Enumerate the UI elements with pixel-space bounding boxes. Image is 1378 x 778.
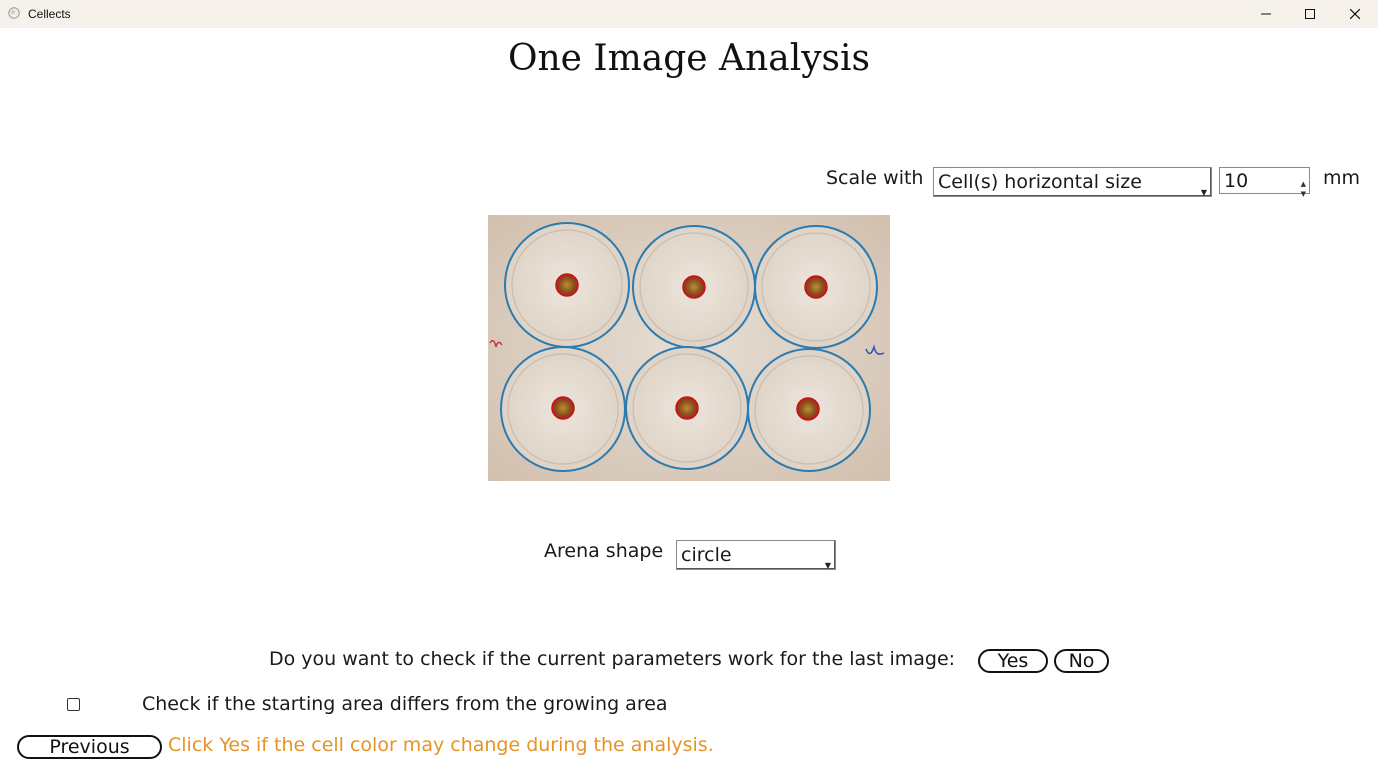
petri-dish-image xyxy=(488,215,890,481)
scale-unit: mm xyxy=(1323,167,1361,189)
previous-button[interactable]: Previous xyxy=(17,735,162,759)
arena-shape-value: circle xyxy=(681,544,732,566)
chevron-down-icon: ▼ xyxy=(1200,188,1207,197)
cellects-app-icon xyxy=(8,7,20,19)
scale-method-select[interactable]: Cell(s) horizontal size ▼ xyxy=(933,167,1212,197)
last-image-question: Do you want to check if the current para… xyxy=(269,648,956,670)
starting-area-checkbox[interactable] xyxy=(67,698,80,711)
yes-button[interactable]: Yes xyxy=(978,649,1048,673)
dish-row-top xyxy=(504,222,878,349)
arena-shape-select[interactable]: circle ▼ xyxy=(676,540,836,570)
maximize-icon xyxy=(1305,9,1315,19)
scale-value-spinbox[interactable]: 10 ▲ ▼ xyxy=(1219,167,1310,198)
scale-value: 10 xyxy=(1224,170,1249,192)
starting-area-label: Check if the starting area differs from … xyxy=(142,693,668,715)
no-button[interactable]: No xyxy=(1054,649,1109,673)
minimize-button[interactable] xyxy=(1243,0,1289,28)
hint-text: Click Yes if the cell color may change d… xyxy=(168,734,714,756)
close-icon xyxy=(1350,9,1360,19)
arena-shape-label: Arena shape xyxy=(544,540,664,562)
page-title: One Image Analysis xyxy=(507,38,871,79)
scale-method-value: Cell(s) horizontal size xyxy=(938,171,1142,193)
chevron-down-icon: ▼ xyxy=(824,561,831,570)
window-titlebar: Cellects xyxy=(0,0,1378,28)
minimize-icon xyxy=(1261,13,1271,15)
maximize-button[interactable] xyxy=(1287,0,1333,28)
dish-row-bottom xyxy=(500,346,871,472)
spin-down-icon[interactable]: ▼ xyxy=(1301,181,1306,207)
window-title: Cellects xyxy=(28,7,71,21)
close-button[interactable] xyxy=(1332,0,1378,28)
scale-label: Scale with xyxy=(826,167,924,189)
